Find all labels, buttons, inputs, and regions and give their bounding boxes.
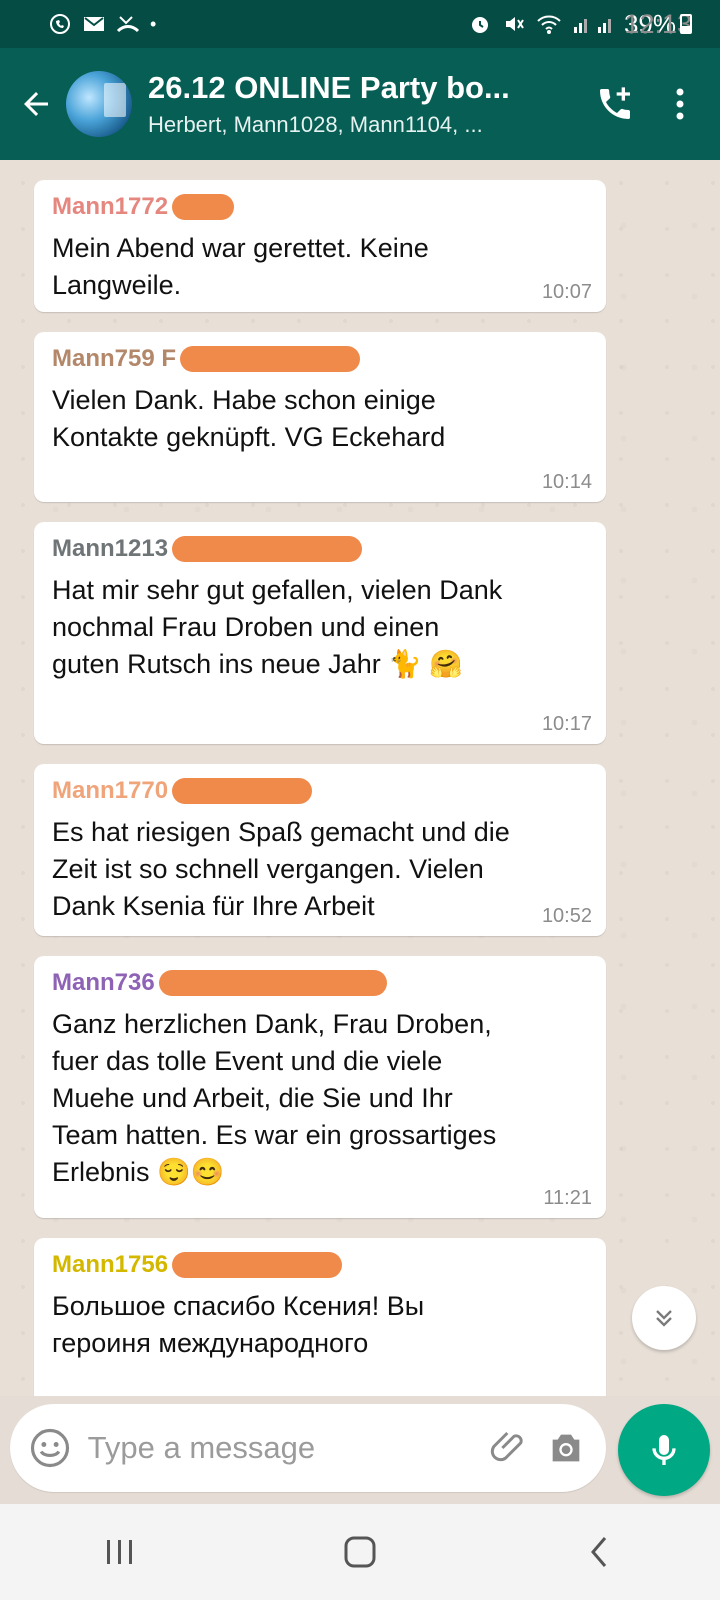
message-time: 10:07 [541,281,592,303]
message-bubble[interactable]: Mann759 F Vielen Dank. Habe schon einige… [34,332,606,502]
message-text: Hat mir sehr gut gefallen, vielen Dank no… [52,575,503,679]
arrow-left-icon [24,92,48,116]
scroll-down-button[interactable] [632,1286,696,1350]
alarm-icon [471,17,488,33]
whatsapp-icon [50,14,70,34]
chat-title-block[interactable]: 26.12 ONLINE Party bo... Herbert, Mann10… [148,70,580,138]
redaction-mark [158,970,387,996]
chat-area[interactable]: Mann1772 Mein Abend war gerettet. Keine L… [0,160,720,1396]
message-bubble[interactable]: Mann1772 Mein Abend war gerettet. Keine L… [34,180,606,312]
message-text: Большое спасибо Ксения! Вы героиня междун… [52,1291,425,1358]
compose-box [10,1404,606,1492]
sender-name: Mann1213 [52,534,590,564]
signal-icon [573,19,611,33]
message-input[interactable] [87,1430,487,1466]
message-bubble[interactable]: Mann736 Ganz herzlichen Dank, Frau Drobe… [34,956,606,1218]
mute-icon [505,17,524,31]
emoji-button[interactable] [28,1418,72,1478]
emoji-icon [30,1428,69,1468]
missed-call-icon [116,16,140,33]
home-button[interactable] [320,1512,400,1592]
paperclip-icon [490,1431,523,1462]
message-bubble[interactable]: Mann1213 Hat mir sehr gut gefallen, viel… [34,522,606,744]
chat-header: 26.12 ONLINE Party bo... Herbert, Mann10… [0,48,720,160]
dot-indicator: • [150,13,157,34]
voice-message-button[interactable] [618,1404,710,1496]
message-time: 10:17 [541,713,592,735]
mail-icon [84,17,104,31]
system-nav-bar [0,1504,720,1600]
chat-participants: Herbert, Mann1028, Mann1104, ... [148,112,483,137]
redaction-mark [172,1252,343,1278]
camera-icon [552,1434,580,1462]
recents-icon [107,1540,132,1564]
sender-name: Mann1772 [52,192,590,222]
message-text: Mein Abend war gerettet. Keine Langweile. [52,233,429,300]
redaction-mark [172,536,363,562]
message-text: Es hat riesigen Spaß gemacht und die Zeit… [52,817,510,921]
group-avatar[interactable] [66,71,132,137]
sender-name: Mann1770 [52,776,590,806]
compose-bar [0,1396,720,1500]
microphone-icon [652,1435,676,1465]
chat-title: 26.12 ONLINE Party bo... [148,70,510,105]
phone-plus-icon [600,87,630,119]
add-call-button[interactable] [580,48,650,160]
message-bubble[interactable]: Mann1756 Большое спасибо Ксения! Вы герои… [34,1238,606,1396]
message-time: 10:14 [541,471,592,493]
home-icon [344,1536,376,1568]
sender-name: Mann736 [52,968,590,998]
camera-button[interactable] [544,1418,588,1478]
nav-back-button[interactable] [560,1512,640,1592]
battery-icon [680,14,692,34]
message-time: 10:52 [541,905,592,927]
redaction-mark [172,778,313,804]
message-text: Vielen Dank. Habe schon einige Kontakte g… [52,385,446,452]
attach-button[interactable] [487,1418,531,1478]
more-vert-icon [676,88,684,120]
status-bar: 12:13 • 39% [0,0,720,48]
sender-name: Mann759 F [52,344,590,374]
double-chevron-down-icon [656,1310,672,1327]
redaction-mark [180,346,361,372]
redaction-mark [172,194,235,220]
back-button[interactable] [6,48,66,160]
wifi-icon [537,15,561,34]
message-text: Ganz herzlichen Dank, Frau Droben, fuer d… [52,1009,497,1187]
chevron-left-icon [591,1537,607,1567]
message-time: 11:21 [543,1187,592,1209]
message-bubble[interactable]: Mann1770 Es hat riesigen Spaß gemacht un… [34,764,606,936]
recent-apps-button[interactable] [80,1512,160,1592]
sender-name: Mann1756 [52,1250,590,1280]
more-options-button[interactable] [650,48,710,160]
